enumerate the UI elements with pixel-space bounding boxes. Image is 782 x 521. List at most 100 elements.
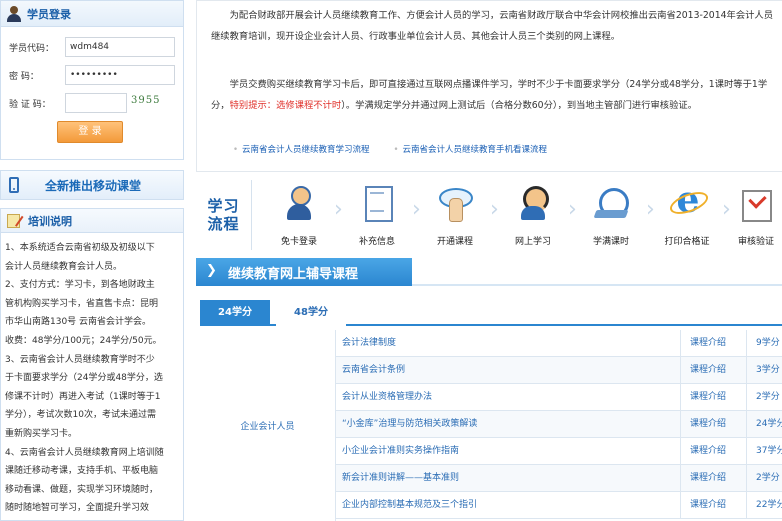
training-line: 移动看课、做题，实现学习环境随时， xyxy=(5,484,159,495)
table-row: “小金库”治理与防范相关政策解读 课程介绍 24学分 xyxy=(336,411,782,438)
credit-tabs: 24学分 48学分 xyxy=(200,300,782,326)
login-title: 学员登录 xyxy=(27,7,71,21)
course-name-link[interactable]: 新会计准则讲解——基本准则 xyxy=(342,465,676,492)
training-line: 重新购买学习卡。 xyxy=(5,428,78,439)
intro-paragraph-2: 学员交费购买继续教育学习卡后，即可直接通过互联网点播课件学习，学时不少于卡面要求… xyxy=(211,74,781,116)
course-credit: 24学分 xyxy=(756,419,782,429)
hand-click-icon xyxy=(435,184,475,224)
course-intro-link[interactable]: 课程介绍 xyxy=(690,357,726,384)
course-credit: 9学分 xyxy=(756,338,780,348)
course-name-link[interactable]: 云南省会计条例 xyxy=(342,357,676,384)
course-credit: 3学分 xyxy=(756,365,780,375)
login-button[interactable]: 登 录 xyxy=(57,121,123,143)
table-row: 会计从业资格管理办法 课程介绍 2学分 xyxy=(336,384,782,411)
form-icon xyxy=(357,184,397,224)
course-name-link[interactable]: “小金库”治理与防范相关政策解读 xyxy=(342,411,676,438)
category-cell: 企业会计人员 xyxy=(200,330,336,521)
table-row: 小企业会计准则实务操作指南 课程介绍 37学分 xyxy=(336,438,782,465)
flow-step-hours[interactable]: 学满课时 xyxy=(578,184,644,250)
course-credit: 2学分 xyxy=(756,392,780,402)
mobile-process-link[interactable]: • 云南省会计人员继续教育手机看课流程 xyxy=(394,143,548,155)
course-section-title: 继续教育网上辅导课程 xyxy=(228,267,359,282)
left-column: 学员登录 学员代码： 密 码： 验 证 码： 3955 登 录 全新推出移动课堂… xyxy=(0,0,184,521)
password-label: 密 码： xyxy=(9,71,39,82)
check-icon xyxy=(736,184,776,224)
course-name-link[interactable]: 会计法律制度 xyxy=(342,330,676,357)
course-name-link[interactable]: 会计从业资格管理办法 xyxy=(342,384,676,411)
course-credit: 22学分 xyxy=(756,500,782,510)
training-line: 2、支付方式：学习卡，到各地财政主 xyxy=(5,280,155,291)
training-line: 学分），考试次数10次，考试未通过需 xyxy=(5,410,156,421)
flow-step-print[interactable]: 打印合格证 xyxy=(654,182,720,250)
tab-24-credits[interactable]: 24学分 xyxy=(200,300,270,326)
clock-icon xyxy=(591,184,631,224)
flow-step-study[interactable]: 网上学习 xyxy=(500,184,566,250)
table-row: 企业内部控制基本规范及三个指引 课程介绍 22学分 xyxy=(336,492,782,519)
password-input[interactable] xyxy=(65,65,175,85)
phone-icon xyxy=(9,177,19,193)
training-line: 收费：48学分/100元；24学分/50元。 xyxy=(5,335,162,346)
intro-text-b: ）。学满规定学分并通过网上测试后（合格分数60分），到当地主管部门进行审核验证。 xyxy=(341,100,697,111)
study-process-link[interactable]: • 云南省会计人员继续教育学习流程 xyxy=(233,143,370,155)
training-line: 修课不计时）再进入考试（1课时等于1 xyxy=(5,391,161,402)
person-icon xyxy=(279,184,319,224)
course-intro-link[interactable]: 课程介绍 xyxy=(690,384,726,411)
course-credit: 2学分 xyxy=(756,473,780,483)
code-label: 学员代码： xyxy=(9,43,55,54)
course-credit: 37学分 xyxy=(756,446,782,456)
course-table: 企业会计人员 会计法律制度 课程介绍 9学分 云南省会计条例 课程介绍 3学分 … xyxy=(200,330,782,521)
password-row: 密 码： xyxy=(9,65,175,85)
course-intro-link[interactable]: 课程介绍 xyxy=(690,411,726,438)
training-notes-panel: 培训说明 1、本系统适合云南省初级及初级以下 会计人员继续教育会计人员。 2、支… xyxy=(0,208,184,521)
course-intro-link[interactable]: 课程介绍 xyxy=(690,465,726,492)
training-line: 管机构购买学习卡，省直售卡点：昆明 xyxy=(5,298,159,309)
training-header: 培训说明 xyxy=(1,209,183,233)
flow-step-verify[interactable]: 审核验证 xyxy=(730,184,782,250)
captcha-image[interactable]: 3955 xyxy=(131,95,165,111)
table-row: 云南省会计条例 课程介绍 3学分 xyxy=(336,357,782,384)
training-line: 随时随地智可学习，全面提升学习效 xyxy=(5,503,150,514)
mobile-class-banner[interactable]: 全新推出移动课堂 xyxy=(0,170,184,200)
table-row: 新会计准则讲解——基本准则 课程介绍 2学分 xyxy=(336,465,782,492)
course-intro-link[interactable]: 课程介绍 xyxy=(690,492,726,519)
flow-heading: 学习 流程 xyxy=(196,180,252,250)
tab-48-credits[interactable]: 48学分 xyxy=(276,300,346,326)
training-title: 培训说明 xyxy=(28,214,72,228)
user-icon xyxy=(7,5,21,22)
intro-links: • 云南省会计人员继续教育学习流程 • 云南省会计人员继续教育手机看课流程 xyxy=(233,143,547,155)
special-notice: 特别提示：选修课程不计时 xyxy=(229,100,342,111)
course-intro-link[interactable]: 课程介绍 xyxy=(690,438,726,465)
training-line: 会计人员继续教育会计人员。 xyxy=(5,261,123,272)
training-text: 1、本系统适合云南省初级及初级以下 会计人员继续教育会计人员。 2、支付方式：学… xyxy=(1,233,183,518)
flow-step-open[interactable]: 开通课程 xyxy=(422,184,488,250)
course-name-link[interactable]: 小企业会计准则实务操作指南 xyxy=(342,438,676,465)
course-name-link[interactable]: 企业内部控制基本规范及三个指引 xyxy=(342,492,676,519)
chevron-right-icon: ❯ xyxy=(206,263,217,278)
study-flow: 学习 流程 免卡登录 › 补充信息 › 开通课程 › 网上学习 › 学满课时 ›… xyxy=(196,180,782,250)
captcha-input[interactable] xyxy=(65,93,127,113)
headset-icon xyxy=(513,184,553,224)
notepad-icon xyxy=(7,213,20,228)
login-panel: 学员登录 学员代码： 密 码： 验 证 码： 3955 登 录 xyxy=(0,0,184,160)
login-header: 学员登录 xyxy=(1,1,183,27)
training-line: 于卡面要求学分（24学分或48学分，选 xyxy=(5,373,163,384)
divider xyxy=(412,284,782,286)
training-line: 课随迁移动考课，支持手机、平板电脑 xyxy=(5,466,159,477)
flow-step-login[interactable]: 免卡登录 xyxy=(266,184,332,250)
captcha-row: 验 证 码： 3955 xyxy=(9,93,165,113)
training-line: 市华山南路130号 云南省会计学会。 xyxy=(5,317,152,328)
mobile-class-label: 全新推出移动课堂 xyxy=(45,178,142,193)
ie-icon xyxy=(667,182,707,224)
training-line: 1、本系统适合云南省初级及初级以下 xyxy=(5,243,155,253)
training-line: 4、云南省会计人员继续教育网上培训随 xyxy=(5,447,164,458)
flow-step-info[interactable]: 补充信息 xyxy=(344,184,410,250)
student-code-input[interactable] xyxy=(65,37,175,57)
table-row: 会计法律制度 课程介绍 9学分 xyxy=(336,330,782,357)
training-line: 3、云南省会计人员继续教育学时不少 xyxy=(5,354,155,365)
intro-paragraph-1: 为配合财政部开展会计人员继续教育工作、方便会计人员的学习，云南省财政厅联合中华会… xyxy=(211,10,774,42)
course-section-header: ❯ 继续教育网上辅导课程 xyxy=(196,258,412,286)
intro-panel: 为配合财政部开展会计人员继续教育工作、方便会计人员的学习，云南省财政厅联合中华会… xyxy=(196,0,782,172)
code-row: 学员代码： xyxy=(9,37,175,57)
course-intro-link[interactable]: 课程介绍 xyxy=(690,330,726,357)
captcha-label: 验 证 码： xyxy=(9,99,51,110)
